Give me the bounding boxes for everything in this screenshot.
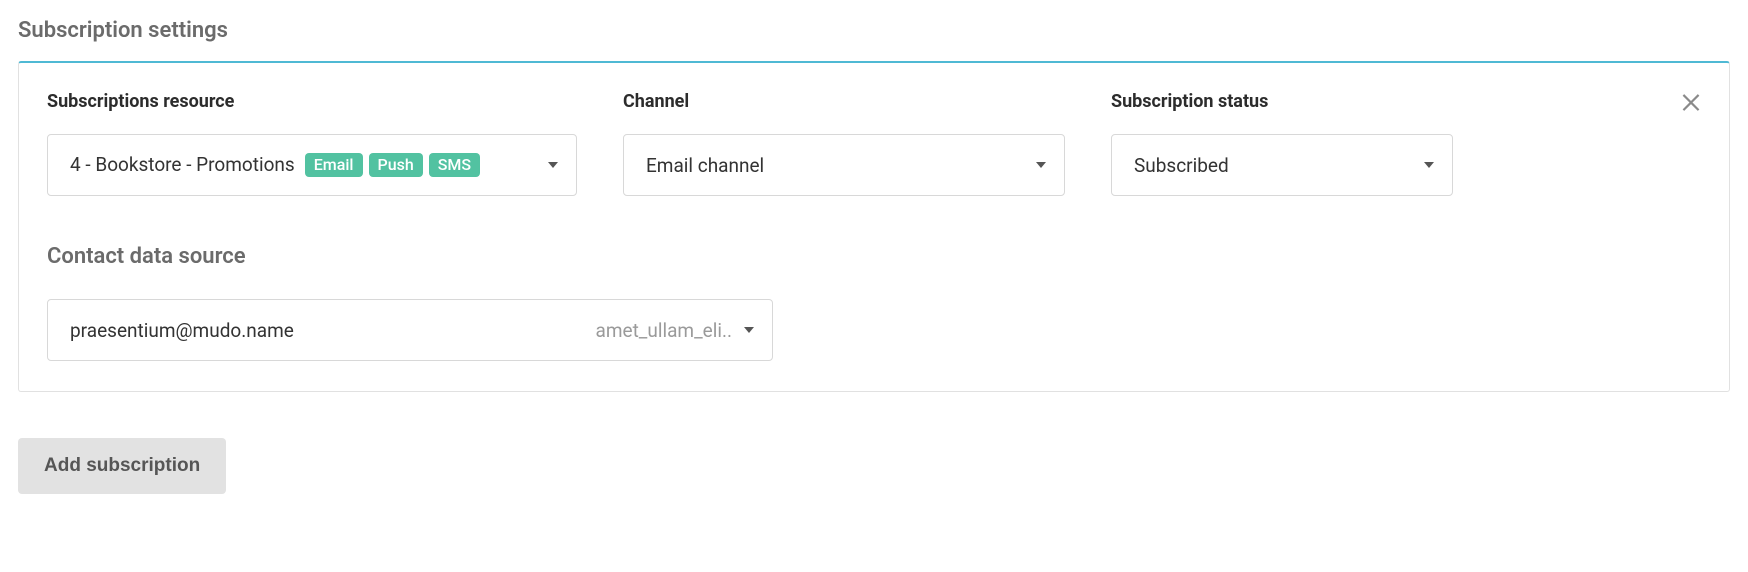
resource-text: 4 - Bookstore - Promotions <box>70 153 295 176</box>
field-subscription-status: Subscription status Subscribed <box>1111 91 1453 196</box>
tag-sms: SMS <box>429 153 480 178</box>
contact-source-value: praesentium@mudo.name <box>70 319 294 342</box>
select-contact-data-source[interactable]: praesentium@mudo.name amet_ullam_eli.. <box>47 299 773 361</box>
select-subscriptions-resource[interactable]: 4 - Bookstore - Promotions Email Push SM… <box>47 134 577 196</box>
label-subscriptions-resource: Subscriptions resource <box>47 91 577 112</box>
chevron-down-icon <box>1424 162 1434 168</box>
tag-email: Email <box>305 153 363 178</box>
select-resource-value: 4 - Bookstore - Promotions Email Push SM… <box>70 153 480 178</box>
label-contact-data-source: Contact data source <box>47 244 1701 269</box>
close-icon[interactable] <box>1677 87 1705 115</box>
add-subscription-button[interactable]: Add subscription <box>18 438 226 494</box>
fields-row: Subscriptions resource 4 - Bookstore - P… <box>47 91 1701 196</box>
page-title: Subscription settings <box>18 18 1730 43</box>
field-channel: Channel Email channel <box>623 91 1065 196</box>
chevron-down-icon <box>744 327 754 333</box>
label-subscription-status: Subscription status <box>1111 91 1453 112</box>
select-subscription-status[interactable]: Subscribed <box>1111 134 1453 196</box>
select-channel-value: Email channel <box>646 154 764 177</box>
contact-source-hint-wrap: amet_ullam_eli.. <box>596 319 754 342</box>
select-channel[interactable]: Email channel <box>623 134 1065 196</box>
tag-push: Push <box>369 153 423 178</box>
label-channel: Channel <box>623 91 1065 112</box>
subscription-panel: Subscriptions resource 4 - Bookstore - P… <box>18 61 1730 392</box>
select-status-value: Subscribed <box>1134 154 1229 177</box>
field-subscriptions-resource: Subscriptions resource 4 - Bookstore - P… <box>47 91 577 196</box>
chevron-down-icon <box>548 162 558 168</box>
chevron-down-icon <box>1036 162 1046 168</box>
contact-source-hint: amet_ullam_eli.. <box>596 319 732 342</box>
